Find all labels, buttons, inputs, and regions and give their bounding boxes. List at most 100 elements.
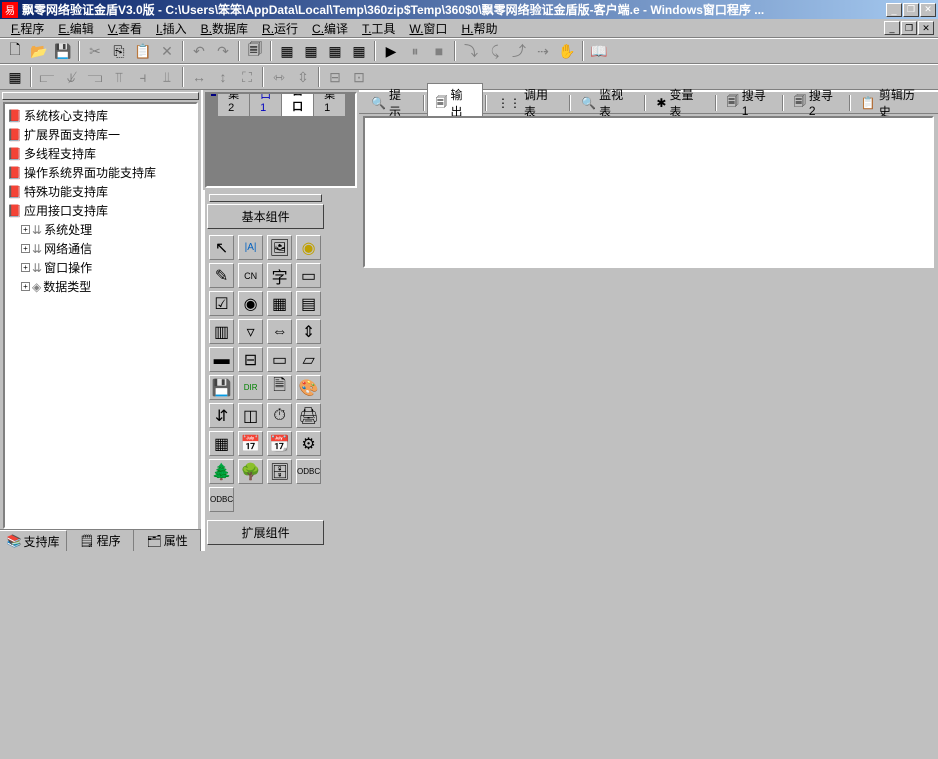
step-into-button[interactable]: ⤹	[484, 40, 506, 62]
grid1-comp[interactable]: ▦	[267, 291, 292, 316]
minimize-button[interactable]: _	[886, 3, 902, 17]
delete-button[interactable]: ✕	[156, 40, 178, 62]
align-middle-button[interactable]: ⫞	[132, 66, 154, 88]
tab-properties[interactable]: 🗂属性	[134, 530, 201, 551]
tab-startup-window[interactable]: _启动窗口	[281, 92, 314, 116]
hspace-button[interactable]: ⇿	[268, 66, 290, 88]
mdi-restore-button[interactable]: ❐	[901, 21, 917, 35]
mdi-close-button[interactable]: ✕	[918, 21, 934, 35]
dataview-comp[interactable]: ▦	[209, 431, 234, 456]
step-over-button[interactable]: ⤵	[460, 40, 482, 62]
expand-icon[interactable]: +	[21, 225, 30, 234]
tab-program[interactable]: 🗒程序	[67, 530, 134, 551]
tab-windowset2[interactable]: 窗口程序集2	[217, 92, 250, 116]
dirlist-comp[interactable]: DIR	[238, 375, 263, 400]
menu-program[interactable]: F.程序	[4, 19, 51, 38]
slider-comp[interactable]: ⊟	[238, 347, 263, 372]
expand-icon[interactable]: +	[21, 282, 30, 291]
output-area[interactable]	[363, 116, 934, 268]
menu-window[interactable]: W.窗口	[402, 19, 454, 38]
tree1-comp[interactable]: 🌲	[209, 459, 234, 484]
form-designer[interactable]: 飘零网络验证金盾v3.01版-客户端	[205, 92, 357, 188]
commondlg-comp[interactable]: ◫	[238, 403, 263, 428]
align-left-button[interactable]: ⫍	[36, 66, 58, 88]
db3-button[interactable]: ▦	[324, 40, 346, 62]
open-button[interactable]: 📂	[28, 40, 50, 62]
copy-button[interactable]: ⎘	[108, 40, 130, 62]
tree-item[interactable]: +◈数据类型	[7, 277, 194, 296]
find-button[interactable]: 🗐	[244, 40, 266, 62]
tab-comp[interactable]: ▭	[267, 347, 292, 372]
db4-button[interactable]: ▦	[348, 40, 370, 62]
calendar-comp[interactable]: 📅	[238, 431, 263, 456]
port-comp[interactable]: ⚙	[296, 431, 321, 456]
redo-button[interactable]: ↷	[212, 40, 234, 62]
hscroll-comp[interactable]: ⇔	[267, 319, 292, 344]
grid-button[interactable]: ▦	[4, 66, 26, 88]
edit-comp[interactable]: ✎	[209, 263, 234, 288]
listbox-comp[interactable]: ▥	[209, 319, 234, 344]
align-right-button[interactable]: ⫎	[84, 66, 106, 88]
menu-edit[interactable]: E.编辑	[51, 19, 100, 38]
panel-handle[interactable]	[209, 194, 322, 202]
tree-item[interactable]: +⇊系统处理	[7, 220, 194, 239]
center-h-button[interactable]: ⊟	[324, 66, 346, 88]
save-button[interactable]: 💾	[52, 40, 74, 62]
expand-icon[interactable]: +	[21, 263, 30, 272]
imelabel-comp[interactable]: CN	[238, 263, 263, 288]
same-size-button[interactable]: ⛶	[236, 66, 258, 88]
radio-comp[interactable]: ◉	[238, 291, 263, 316]
cut-button[interactable]: ✂	[84, 40, 106, 62]
close-button[interactable]: ✕	[920, 3, 936, 17]
knowledge-button[interactable]: 📖	[588, 40, 610, 62]
tab-find1[interactable]: 🗐搜寻1	[719, 85, 780, 120]
align-bottom-button[interactable]: ⫫	[156, 66, 178, 88]
button-comp[interactable]: ▭	[296, 263, 321, 288]
odbc2-comp[interactable]: ODBC	[209, 487, 234, 512]
shape-comp[interactable]: ◉	[296, 235, 321, 260]
breakpoint-button[interactable]: ✋	[556, 40, 578, 62]
tab-windowset1[interactable]: 窗口程序集1	[313, 92, 346, 116]
combo-comp[interactable]: ▿	[238, 319, 263, 344]
menu-tools[interactable]: T.工具	[355, 19, 402, 38]
spin-comp[interactable]: ⇵	[209, 403, 234, 428]
checkbox-comp[interactable]: ☑	[209, 291, 234, 316]
picture-comp[interactable]: 🖼	[267, 235, 292, 260]
tree-item[interactable]: 📕系统核心支持库	[7, 106, 194, 125]
tree-item[interactable]: +⇊网络通信	[7, 239, 194, 258]
tree-item[interactable]: 📕特殊功能支持库	[7, 182, 194, 201]
colorpick-comp[interactable]: 🎨	[296, 375, 321, 400]
stop-button[interactable]: ■	[428, 40, 450, 62]
expand-icon[interactable]: +	[21, 244, 30, 253]
restore-button[interactable]: ❐	[903, 3, 919, 17]
db2-button[interactable]: ▦	[300, 40, 322, 62]
tree-item[interactable]: 📕扩展界面支持库一	[7, 125, 194, 144]
extend-components-header[interactable]: 扩展组件	[207, 520, 324, 545]
tree-item[interactable]: 📕操作系统界面功能支持库	[7, 163, 194, 182]
new-button[interactable]: 🗋	[4, 40, 26, 62]
align-top-button[interactable]: ⫪	[108, 66, 130, 88]
tree-item[interactable]: 📕应用接口支持库	[7, 201, 194, 220]
same-height-button[interactable]: ↕	[212, 66, 234, 88]
menu-database[interactable]: B.数据库	[194, 19, 255, 38]
grid2-comp[interactable]: ▤	[296, 291, 321, 316]
paste-button[interactable]: 📋	[132, 40, 154, 62]
tab-find2[interactable]: 🗐搜寻2	[786, 85, 847, 120]
vspace-button[interactable]: ⇳	[292, 66, 314, 88]
pointer-tool[interactable]: ↖	[209, 235, 234, 260]
step-out-button[interactable]: ⤴	[508, 40, 530, 62]
align-center-h-button[interactable]: ⫝̸	[60, 66, 82, 88]
support-lib-tree[interactable]: 📕系统核心支持库 📕扩展界面支持库一 📕多线程支持库 📕操作系统界面功能支持库 …	[3, 102, 198, 529]
tree2-comp[interactable]: 🌳	[238, 459, 263, 484]
basic-components-header[interactable]: 基本组件	[207, 204, 324, 229]
menu-view[interactable]: V.查看	[101, 19, 149, 38]
menu-compile[interactable]: C.编译	[305, 19, 355, 38]
tree-item[interactable]: +⇊窗口操作	[7, 258, 194, 277]
print-comp[interactable]: 🖨	[296, 403, 321, 428]
pause-button[interactable]: ⏸	[404, 40, 426, 62]
drivelist-comp[interactable]: 💾	[209, 375, 234, 400]
tab-support-lib[interactable]: 📚支持库	[0, 530, 67, 551]
db1-button[interactable]: ▦	[276, 40, 298, 62]
run-button[interactable]: ▶	[380, 40, 402, 62]
filelist-comp[interactable]: 🗎	[267, 375, 292, 400]
